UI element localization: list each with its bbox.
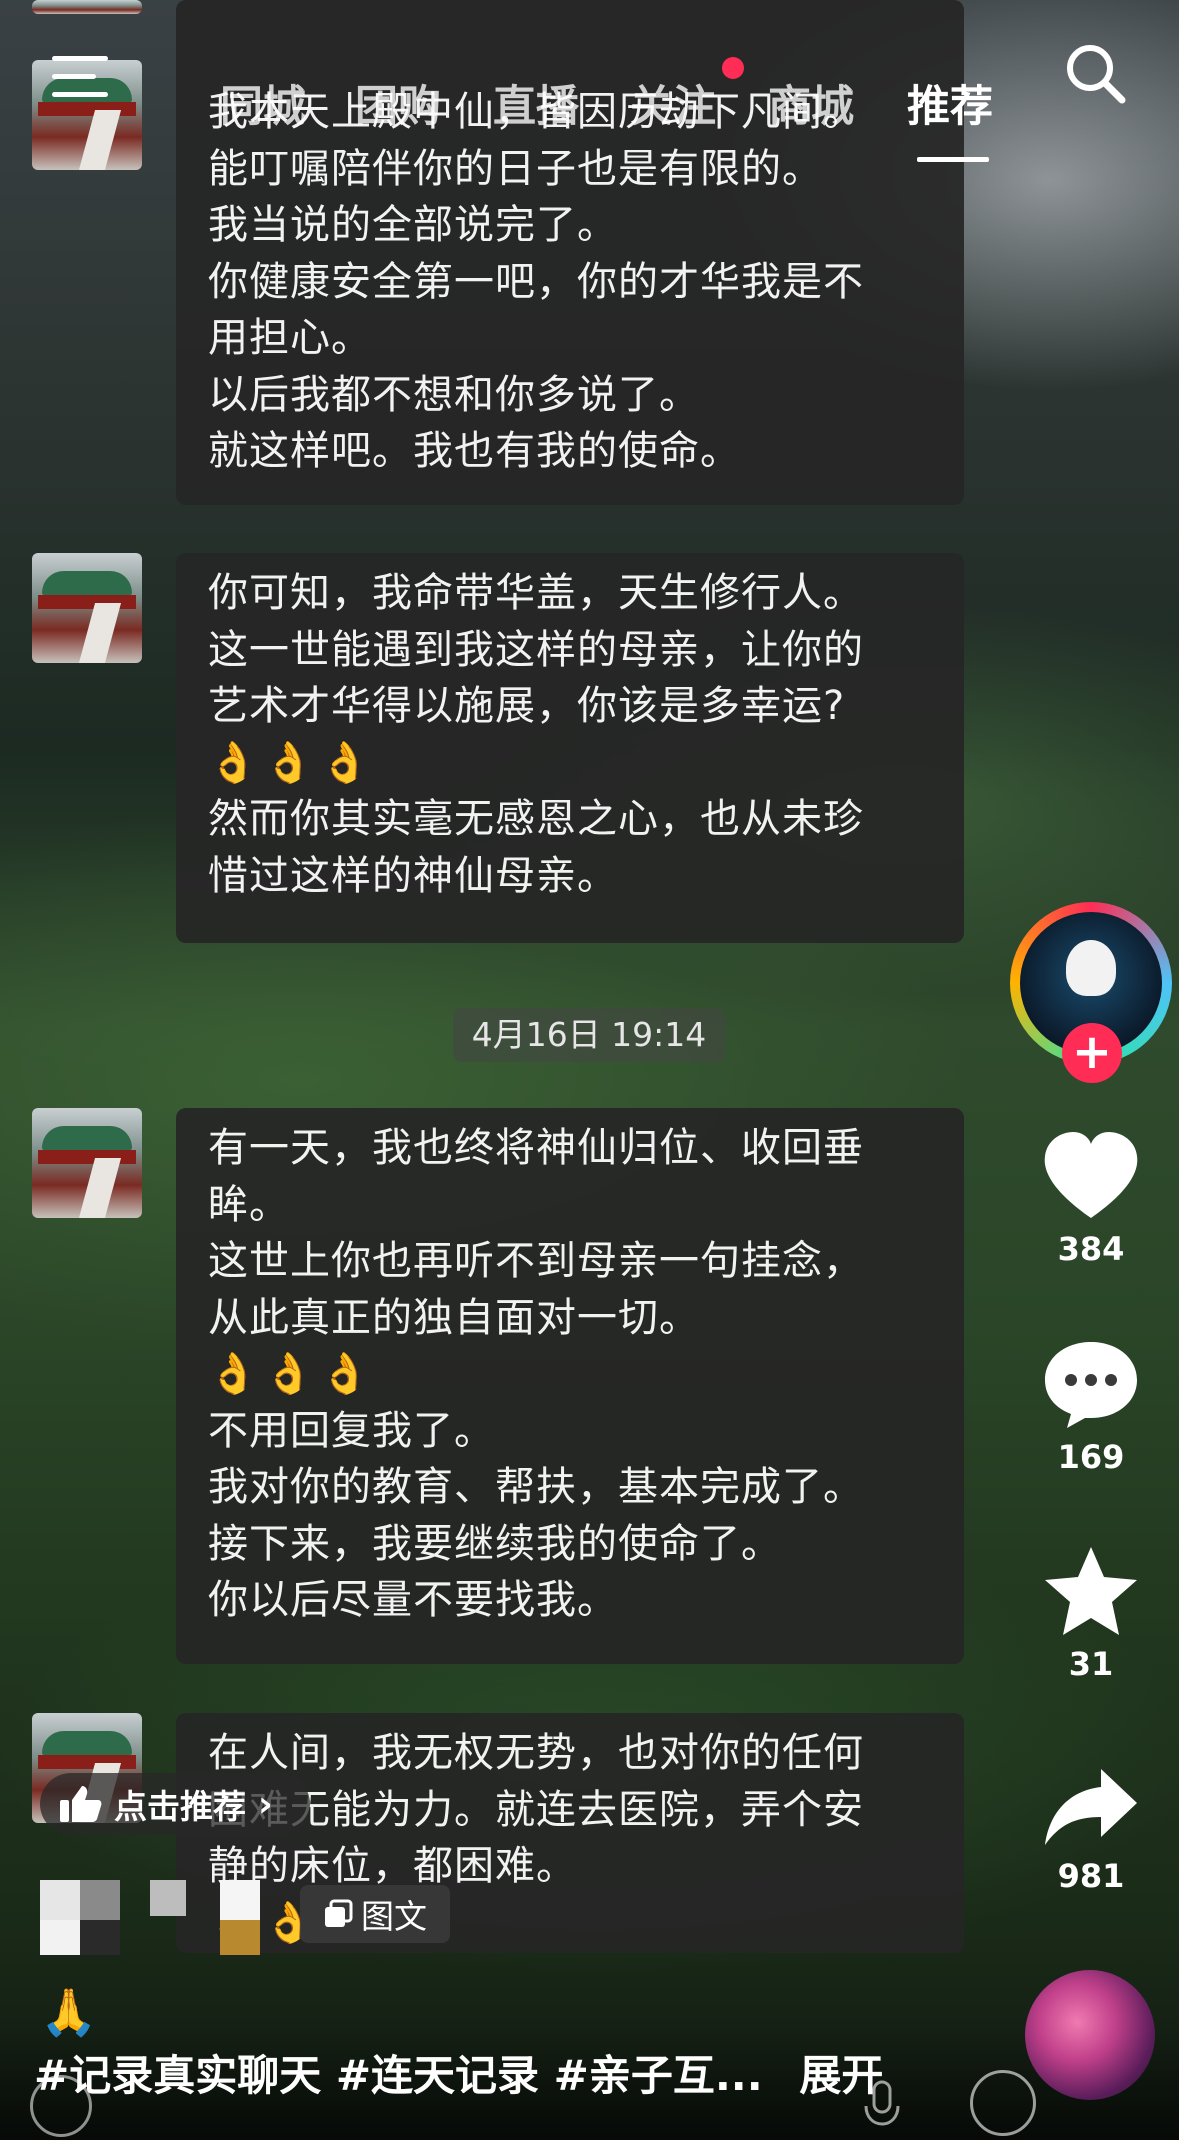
emoji-icon[interactable] [970,2070,1036,2136]
image-text-tag[interactable]: 图文 [300,1885,450,1943]
mosaic-thumbnail [40,1880,285,1955]
avatar[interactable] [32,0,142,14]
comment-count: 169 [1057,1438,1125,1476]
message-line: 你以后尽量不要找我。 [208,1577,618,1623]
music-disc-icon[interactable] [1025,1970,1155,2100]
share-arrow-icon [1045,1769,1137,1845]
like-button[interactable]: 384 [1030,1130,1152,1268]
message-line: 这一世能遇到我这样的母亲，让你的 [208,626,864,673]
tab-tuijian[interactable]: 推荐 [907,72,993,134]
message-line: 在人间，我无权无势，也对你的任何 [208,1730,864,1776]
microphone-icon[interactable] [862,2080,902,2136]
ok-hand-emojis: 👌👌👌 [208,739,376,786]
message-line: 困难无能为力。就连去医院，弄个安 [208,1786,864,1833]
copy-icon [325,1899,353,1927]
message-line: 我当说的全部说完了。 [208,202,618,248]
recommend-pill-button[interactable]: 点击推荐 › [40,1773,310,1835]
chevron-right-icon: › [258,1783,273,1825]
message-line: 从此真正的独自面对一切。 [208,1294,700,1341]
search-icon[interactable] [1060,38,1130,108]
tab-zhibo[interactable]: 直播 [493,72,579,134]
message-line: 就这样吧。我也有我的使命。 [208,428,741,474]
avatar[interactable] [32,1108,142,1218]
message-line: 然而你其实毫无感恩之心，也从未珍 [208,796,864,842]
tab-guanzhu[interactable]: 关注 [630,72,716,134]
notification-dot [722,57,744,79]
message-line: 有一天，我也终将神仙归位、收回垂 [208,1125,864,1171]
hamburger-menu-icon[interactable] [52,52,114,102]
message-line: 艺术才华得以施展，你该是多幸运? [208,683,846,729]
message-line: 接下来，我要继续我的使命了。 [208,1520,782,1567]
message-line: 用担心。 [208,315,372,361]
caption-hashtags[interactable]: #记录真实聊天 #连天记录 #亲子互... [34,2051,763,2100]
favorite-count: 31 [1068,1645,1114,1683]
chat-bubble: 在人间，我无权无势，也对你的任何 困难无能为力。就连去医院，弄个安 静的床位，都… [176,1713,964,1953]
message-line: 惜过这样的神仙母亲。 [208,852,618,899]
share-button[interactable]: 981 [1030,1765,1152,1895]
message-line: 你可知，我命带华盖，天生修行人。 [208,570,864,616]
thumbs-up-icon [60,1786,102,1822]
follow-plus-button[interactable]: + [1062,1023,1122,1083]
ok-hand-emojis: 👌👌👌 [208,1351,376,1397]
share-count: 981 [1057,1857,1125,1895]
message-line: 眸。 [208,1181,290,1228]
recommend-pill-label: 点击推荐 [114,1787,246,1826]
message-line: 不用回复我了。 [208,1407,495,1454]
message-timestamp: 4月16日 19:14 [453,1008,725,1062]
comment-button[interactable]: 169 [1030,1338,1152,1476]
chat-bubble: 有一天，我也终将神仙归位、收回垂 眸。 这世上你也再听不到母亲一句挂念， 从此真… [176,1108,964,1664]
video-caption[interactable]: #记录真实聊天 #连天记录 #亲子互... 展开 [34,2042,883,2103]
favorite-button[interactable]: 31 [1030,1545,1152,1683]
top-navigation: 同城 团购 直播 关注 商城 推荐 [0,30,1179,162]
tab-tuangou[interactable]: 团购 [355,72,441,134]
message-line: 这世上你也再听不到母亲一句挂念， [208,1238,864,1284]
message-line: 以后我都不想和你多说了。 [208,371,700,418]
image-text-label: 图文 [361,1897,427,1936]
tab-tongcheng[interactable]: 同城 [220,72,306,134]
volume-icon[interactable] [30,2075,92,2137]
chat-bubble: 你可知，我命带华盖，天生修行人。 这一世能遇到我这样的母亲，让你的 艺术才华得以… [176,553,964,943]
star-icon [1045,1547,1137,1635]
active-tab-underline [917,157,989,162]
message-line: 我对你的教育、帮扶，基本完成了。 [208,1464,864,1510]
heart-icon [1044,1132,1138,1218]
tab-shangcheng[interactable]: 商城 [768,72,854,134]
comment-icon [1045,1342,1137,1428]
message-line: 你健康安全第一吧，你的才华我是不 [208,258,864,305]
like-count: 384 [1057,1230,1125,1268]
avatar[interactable] [32,553,142,663]
